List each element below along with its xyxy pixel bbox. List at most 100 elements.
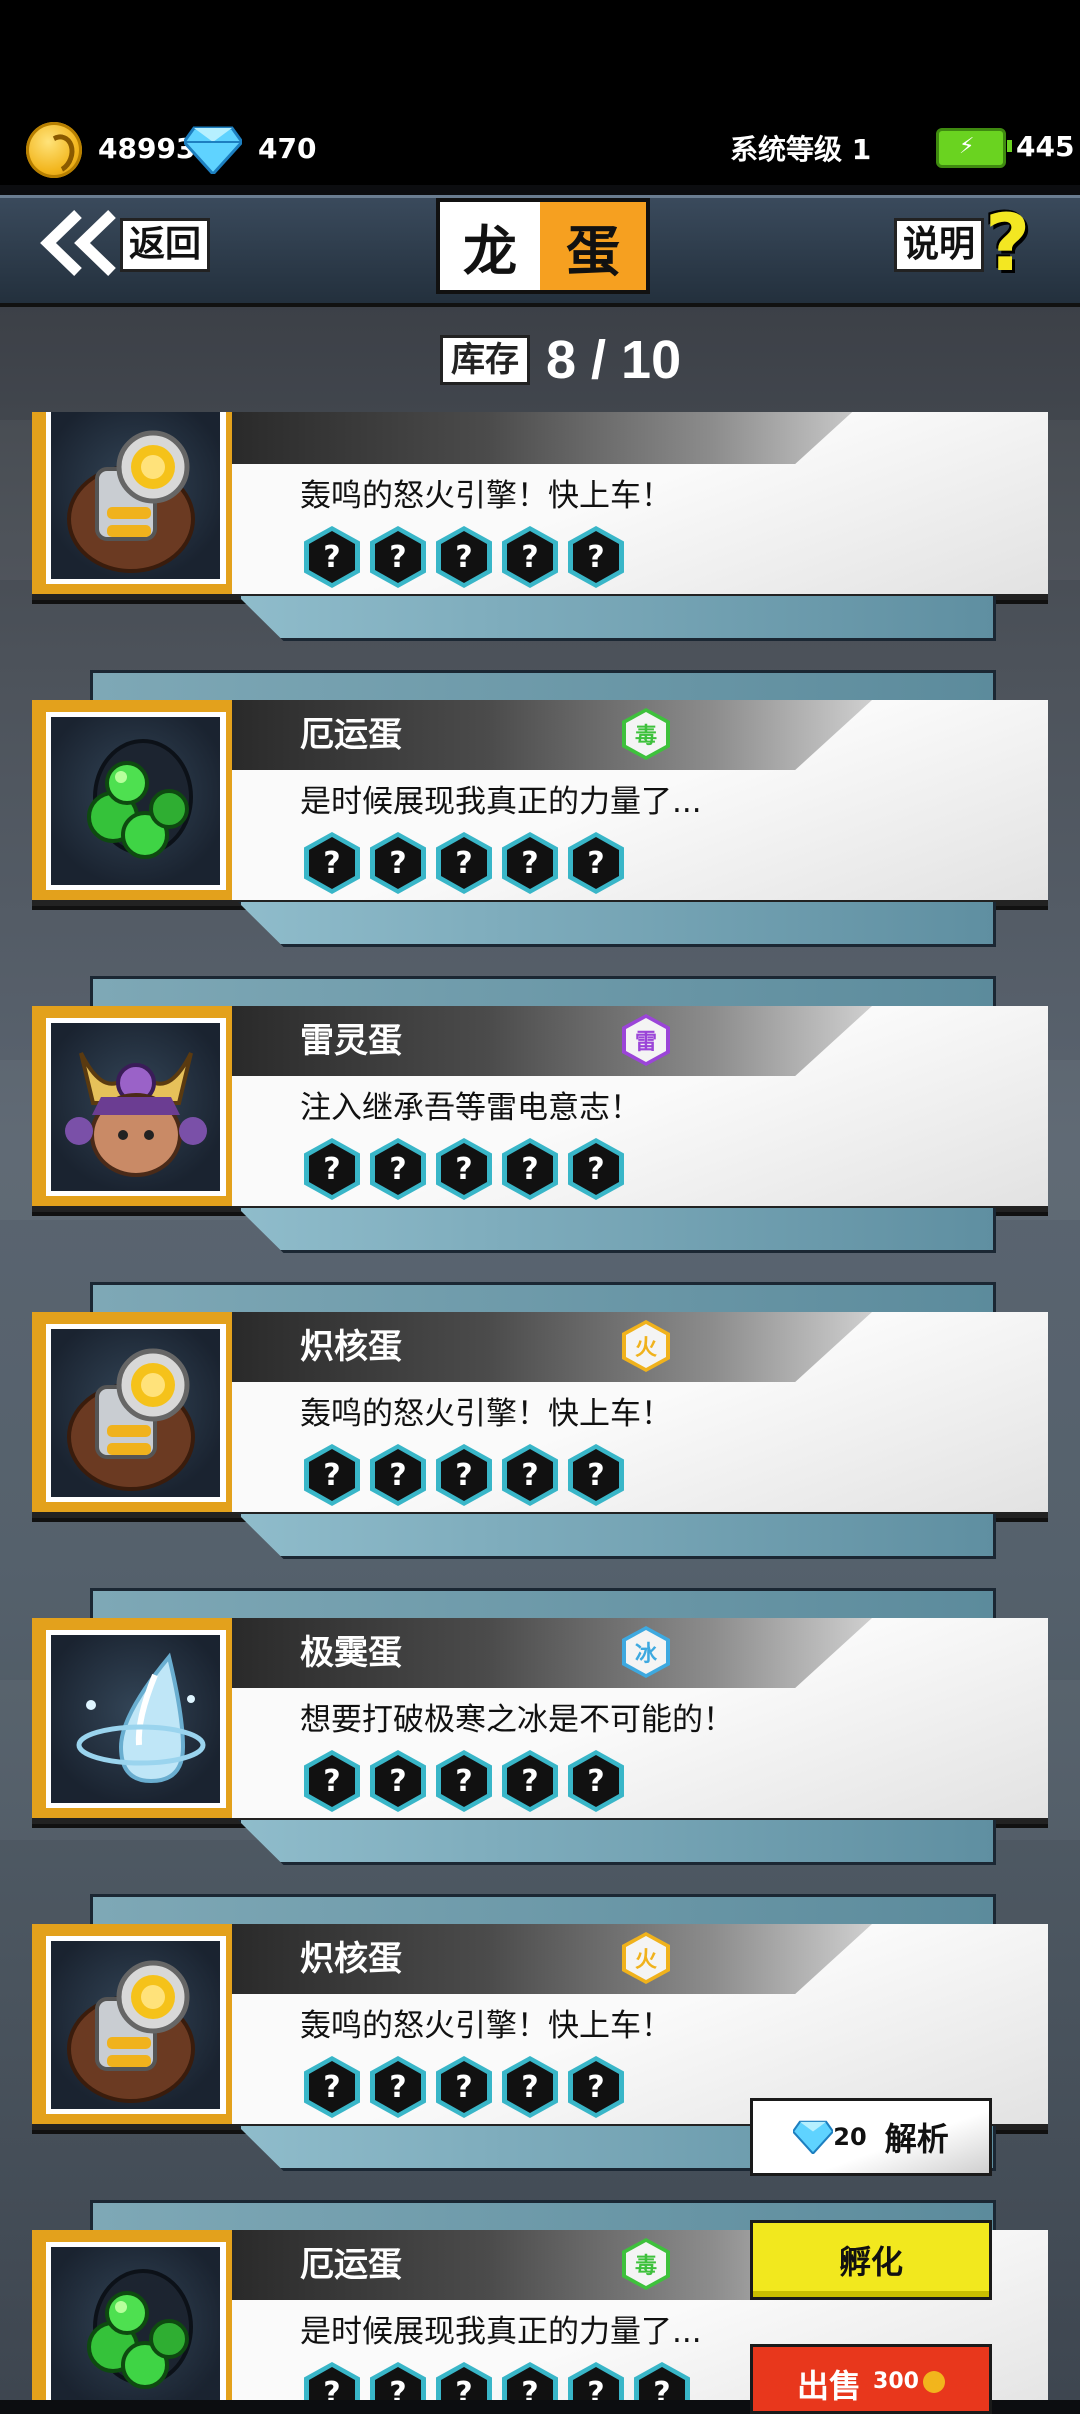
gene-slot: ? <box>568 2362 624 2400</box>
slot-unknown: ? <box>639 2367 685 2400</box>
slot-unknown: ? <box>375 1449 421 1501</box>
slot-unknown: ? <box>507 2061 553 2113</box>
card-deck <box>90 1588 996 1621</box>
back-chevron-icon[interactable] <box>38 208 118 278</box>
gene-slot: ? <box>304 526 360 588</box>
slot-unknown: ? <box>573 2061 619 2113</box>
page-title: 龙 蛋 <box>436 198 650 294</box>
gene-slots: ????? <box>304 832 624 894</box>
question-mark-icon[interactable]: ? <box>985 204 1030 284</box>
card-deck <box>90 670 996 703</box>
slot-unknown: ? <box>309 2061 355 2113</box>
analyze-cost: 20 <box>833 2123 867 2151</box>
gene-slots: ????? <box>304 1444 624 1506</box>
sell-button[interactable]: 出售 300 <box>750 2344 992 2414</box>
gene-slot: ? <box>568 1138 624 1200</box>
egg-card[interactable]: 轰鸣的怒火引擎！快上车！????? <box>0 412 1080 654</box>
slot-unknown: ? <box>309 2367 355 2400</box>
gene-slot: ? <box>304 2056 360 2118</box>
engine-egg-icon <box>46 412 226 584</box>
engine-egg-icon <box>46 1324 226 1502</box>
sell-price: 300 <box>873 2369 919 2394</box>
engine-egg-icon <box>46 1936 226 2114</box>
gene-slot: ? <box>304 2362 360 2400</box>
egg-description: 注入继承吾等雷电意志！ <box>300 1090 641 1126</box>
slot-unknown: ? <box>507 837 553 889</box>
gene-slot: ? <box>568 526 624 588</box>
slot-unknown: ? <box>441 1449 487 1501</box>
gene-slot: ? <box>436 1138 492 1200</box>
slot-unknown: ? <box>507 1449 553 1501</box>
egg-name: 厄运蛋 <box>300 715 402 755</box>
slot-unknown: ? <box>309 1755 355 1807</box>
gene-slot: ? <box>370 526 426 588</box>
slot-unknown: ? <box>573 1143 619 1195</box>
slot-unknown: ? <box>441 1143 487 1195</box>
analyze-button[interactable]: 20 解析 <box>750 2098 992 2176</box>
element-label: 冰 <box>626 1630 666 1674</box>
gene-slot: ? <box>304 1444 360 1506</box>
slot-unknown: ? <box>507 1143 553 1195</box>
diamond-icon <box>184 126 242 174</box>
help-button[interactable]: 说明 <box>894 218 985 272</box>
slot-unknown: ? <box>375 2061 421 2113</box>
slot-unknown: ? <box>507 1755 553 1807</box>
system-level: 系统等级 1 <box>730 133 872 166</box>
thunder-egg-icon <box>46 1018 226 1196</box>
egg-card[interactable]: 厄运蛋 毒是时候展现我真正的力量了...????? <box>0 670 1080 960</box>
gene-slot: ? <box>436 1444 492 1506</box>
egg-card[interactable]: 极霙蛋 冰想要打破极寒之冰是不可能的！????? <box>0 1588 1080 1878</box>
gene-slots: ?????? <box>304 2362 690 2400</box>
back-button[interactable]: 返回 <box>120 218 211 272</box>
coin-icon <box>922 2371 945 2393</box>
gene-slot: ? <box>502 1750 558 1812</box>
diamond-icon <box>793 2120 834 2154</box>
gene-slot: ? <box>502 2362 558 2400</box>
gene-slot: ? <box>436 832 492 894</box>
slot-unknown: ? <box>573 837 619 889</box>
gene-slots: ????? <box>304 2056 624 2118</box>
analyze-label: 解析 <box>884 2120 949 2158</box>
egg-name: 炽核蛋 <box>300 1939 402 1979</box>
stock-label: 库存 <box>440 335 530 385</box>
gene-slot: ? <box>502 832 558 894</box>
card-deck-lower <box>238 1820 996 1865</box>
slot-unknown: ? <box>441 1755 487 1807</box>
card-deck-lower <box>238 596 996 641</box>
element-label: 毒 <box>626 2242 666 2286</box>
slot-unknown: ? <box>375 2367 421 2400</box>
gene-slot: ? <box>502 1138 558 1200</box>
ice-egg-icon <box>46 1630 226 1808</box>
stock-value: 8 / 10 <box>546 330 682 390</box>
gene-slot: ? <box>436 526 492 588</box>
egg-name: 雷灵蛋 <box>300 1021 402 1061</box>
hatch-label: 孵化 <box>838 2243 903 2281</box>
egg-description: 轰鸣的怒火引擎！快上车！ <box>300 1396 672 1432</box>
slot-unknown: ? <box>375 1143 421 1195</box>
hatch-button[interactable]: 孵化 <box>750 2220 992 2300</box>
card-deck-lower <box>238 1514 996 1559</box>
doom-egg-icon <box>46 712 226 890</box>
element-label: 火 <box>626 1936 666 1980</box>
egg-card[interactable]: 雷灵蛋 雷注入继承吾等雷电意志！????? <box>0 976 1080 1266</box>
title-right: 蛋 <box>540 202 646 290</box>
gene-slot: ? <box>568 2056 624 2118</box>
gene-slot: ? <box>502 1444 558 1506</box>
gene-slot: ? <box>502 526 558 588</box>
card-deck <box>90 976 996 1009</box>
slot-unknown: ? <box>309 1449 355 1501</box>
slot-unknown: ? <box>375 1755 421 1807</box>
gene-slot: ? <box>502 2056 558 2118</box>
slot-unknown: ? <box>441 2061 487 2113</box>
doom-egg-icon <box>46 2242 226 2400</box>
sell-label: 出售 <box>797 2367 862 2405</box>
coin-icon <box>26 122 82 178</box>
egg-card[interactable]: 炽核蛋 火轰鸣的怒火引擎！快上车！????? <box>0 1282 1080 1572</box>
stock-indicator: 库存 8 / 10 <box>440 330 681 390</box>
gene-slots: ????? <box>304 526 624 588</box>
gene-slot: ? <box>304 1750 360 1812</box>
egg-name: 炽核蛋 <box>300 1327 402 1367</box>
gene-slot: ? <box>370 1444 426 1506</box>
element-label: 毒 <box>626 712 666 756</box>
gene-slot: ? <box>436 1750 492 1812</box>
